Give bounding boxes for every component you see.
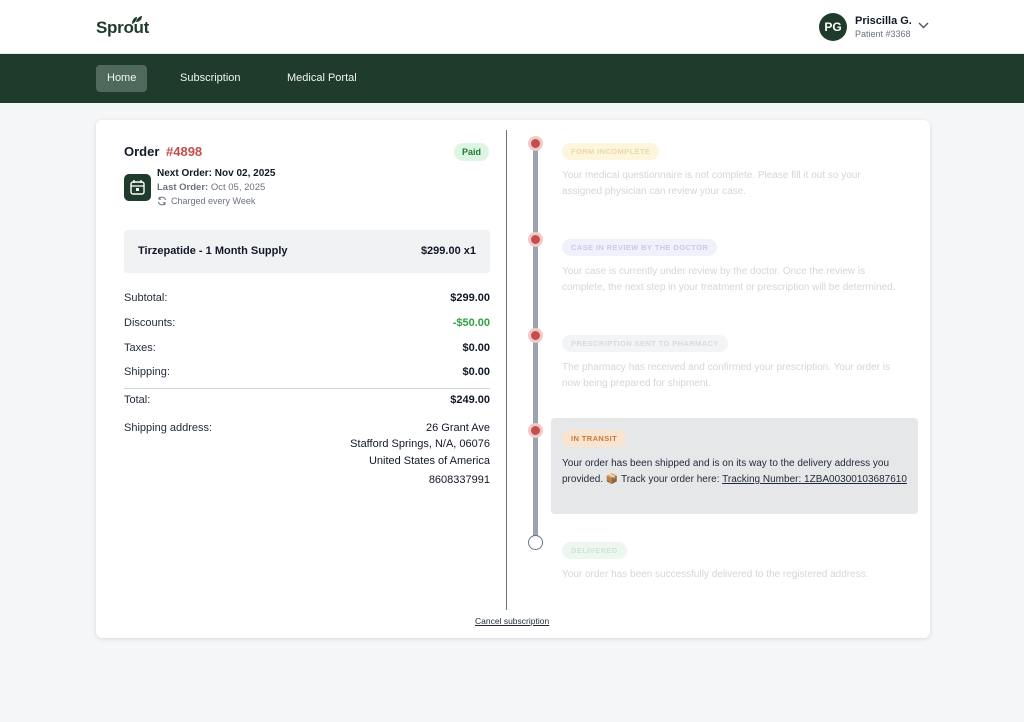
next-order: Next Order: Nov 02, 2025	[157, 168, 276, 179]
step-description: Your order has been successfully deliver…	[562, 569, 869, 580]
last-order-date: Oct 05, 2025	[210, 182, 266, 193]
nav-home[interactable]: Home	[96, 65, 148, 92]
taxes-label: Taxes:	[124, 342, 156, 354]
nav-subscription[interactable]: Subscription	[169, 65, 252, 92]
timeline-dot	[528, 136, 543, 151]
timeline-dot	[528, 232, 543, 247]
divider	[124, 388, 490, 389]
column-divider	[506, 130, 507, 610]
phone-number: 8608337991	[428, 474, 490, 486]
step-description: The pharmacy has received and confirmed …	[562, 362, 890, 389]
status-badge: FORM INCOMPLETE	[562, 143, 660, 160]
billing-frequency: Charged every Week	[171, 196, 256, 206]
subtotal-label: Subtotal:	[124, 292, 168, 304]
top-bar: Sprout	[0, 0, 1024, 54]
refresh-icon	[158, 196, 166, 206]
order-title: Order	[124, 144, 160, 159]
timeline-dot	[528, 535, 543, 550]
total-label: Total:	[124, 394, 151, 406]
nav-medical-portal[interactable]: Medical Portal	[276, 65, 368, 92]
address-line: United States of America	[368, 455, 490, 467]
discounts-label: Discounts:	[124, 317, 176, 329]
shipping-label: Shipping:	[124, 366, 170, 378]
user-name[interactable]: Priscilla G.	[855, 15, 912, 27]
shipping-address-label: Shipping address:	[124, 422, 213, 434]
discounts-value: -$50.00	[452, 317, 490, 329]
step-description: Your case is currently under review by t…	[562, 266, 896, 293]
product-name: Tirzepatide - 1 Month Supply	[138, 245, 288, 257]
cancel-subscription-link[interactable]: Cancel subscription	[475, 616, 549, 626]
leaf-icon	[132, 16, 142, 24]
timeline-dot	[528, 423, 543, 438]
status-badge: Paid	[454, 143, 490, 161]
status-badge: CASE IN REVIEW BY THE DOCTOR	[562, 239, 718, 256]
patient-id: Patient #3368	[855, 29, 911, 39]
calendar-icon	[124, 174, 151, 201]
taxes-value: $0.00	[462, 342, 490, 354]
timeline-dot	[528, 328, 543, 343]
main-nav: Home Subscription Medical Portal	[0, 54, 1024, 103]
order-number: #4898	[166, 144, 203, 159]
subtotal-value: $299.00	[450, 292, 490, 304]
status-badge: DELIVERED	[562, 542, 627, 559]
last-order: Last Order: Oct 05, 2025	[157, 182, 266, 193]
address-line: Stafford Springs, N/A, 06076	[350, 438, 490, 450]
status-badge: PRESCRIPTION SENT TO PHARMACY	[562, 335, 728, 352]
step-description: Your medical questionnaire is not comple…	[562, 170, 861, 197]
avatar[interactable]: PG	[819, 13, 847, 41]
shipping-value: $0.00	[462, 366, 490, 378]
timeline-track	[533, 144, 538, 542]
order-card: Order #4898 Paid Next Order: Nov 02, 202…	[96, 120, 930, 638]
next-order-date: Nov 02, 2025	[214, 168, 276, 179]
chevron-down-icon[interactable]	[918, 22, 929, 29]
step-description: Your order has been shipped and is on it…	[562, 458, 907, 485]
product-price: $299.00 x1	[420, 245, 476, 257]
product-row: Tirzepatide - 1 Month Supply $299.00 x1	[124, 230, 490, 273]
address-line: 26 Grant Ave	[425, 422, 490, 434]
tracking-link[interactable]: Tracking Number: 1ZBA00300103687610	[722, 474, 907, 485]
total-value: $249.00	[450, 394, 490, 406]
status-badge: IN TRANSIT	[562, 430, 627, 447]
